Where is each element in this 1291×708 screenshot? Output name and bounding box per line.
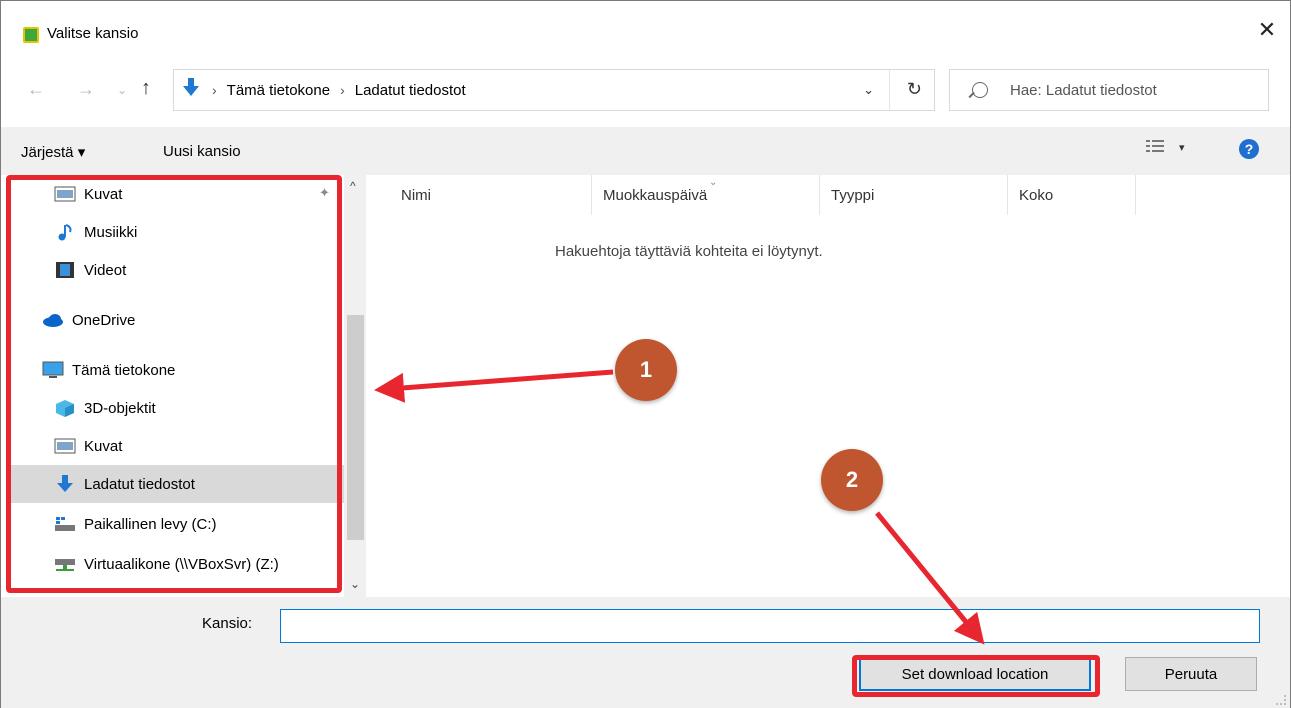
window-title: Valitse kansio: [47, 25, 139, 42]
search-icon: [972, 82, 988, 98]
divider: [889, 70, 890, 110]
breadcrumb-downloads[interactable]: Ladatut tiedostot: [355, 82, 466, 99]
divider: [1007, 175, 1008, 215]
recent-locations-button[interactable]: ⌄: [117, 83, 127, 97]
scroll-up-icon[interactable]: ^: [350, 179, 356, 193]
divider: [591, 175, 592, 215]
column-header-modified[interactable]: Muokkauspäivä: [603, 187, 707, 204]
cancel-button[interactable]: Peruuta: [1125, 657, 1257, 691]
breadcrumb-separator: ›: [212, 82, 217, 98]
navigation-scrollbar[interactable]: ^ ⌄: [344, 175, 366, 597]
column-header-type[interactable]: Tyyppi: [831, 187, 874, 204]
app-icon: [23, 27, 39, 43]
column-header-size[interactable]: Koko: [1019, 187, 1053, 204]
search-box[interactable]: Hae: Ladatut tiedostot: [949, 69, 1269, 111]
view-dropdown-icon[interactable]: ▾: [1179, 141, 1185, 154]
close-button[interactable]: ✕: [1244, 13, 1290, 47]
refresh-icon[interactable]: ↻: [907, 79, 922, 100]
search-input[interactable]: Hae: Ladatut tiedostot: [1010, 82, 1157, 99]
organize-button[interactable]: Järjestä ▾: [21, 143, 85, 161]
file-list[interactable]: Nimi ⌄ Muokkauspäivä Tyyppi Koko Hakueht…: [375, 175, 1280, 597]
forward-button[interactable]: →: [77, 79, 95, 100]
annotation-badge-2: 2: [821, 449, 883, 511]
breadcrumb-separator: ›: [340, 82, 345, 98]
back-button[interactable]: ←: [27, 79, 45, 100]
up-button[interactable]: ↑: [141, 77, 151, 100]
folder-picker-dialog: Valitse kansio ✕ ← → ⌄ ↑ › Tämä tietokon…: [0, 0, 1291, 708]
scrollbar-thumb[interactable]: [347, 315, 364, 540]
help-icon[interactable]: ?: [1239, 139, 1259, 159]
divider: [1135, 175, 1136, 215]
sort-indicator-icon: ⌄: [709, 177, 718, 188]
scroll-down-icon[interactable]: ⌄: [350, 577, 360, 591]
column-header-name[interactable]: Nimi: [401, 187, 431, 204]
empty-message: Hakuehtoja täyttäviä kohteita ei löytyny…: [555, 243, 823, 260]
chevron-down-icon[interactable]: ⌄: [863, 82, 874, 98]
annotation-highlight-navigation: [6, 175, 342, 593]
address-bar[interactable]: › Tämä tietokone › Ladatut tiedostot ⌄ ↻: [173, 69, 935, 111]
folder-field[interactable]: [280, 609, 1260, 643]
command-bar: Järjestä ▾ Uusi kansio: [1, 127, 1290, 175]
title-bar: Valitse kansio ✕: [1, 1, 1290, 47]
breadcrumb-this-pc[interactable]: Tämä tietokone: [227, 82, 330, 99]
downloads-icon: [180, 76, 202, 104]
divider: [819, 175, 820, 215]
annotation-badge-1: 1: [615, 339, 677, 401]
folder-label: Kansio:: [202, 615, 253, 632]
resize-grip[interactable]: [1276, 695, 1286, 705]
view-options-icon[interactable]: [1146, 140, 1164, 154]
annotation-highlight-button: [852, 655, 1100, 697]
new-folder-button[interactable]: Uusi kansio: [163, 143, 241, 160]
